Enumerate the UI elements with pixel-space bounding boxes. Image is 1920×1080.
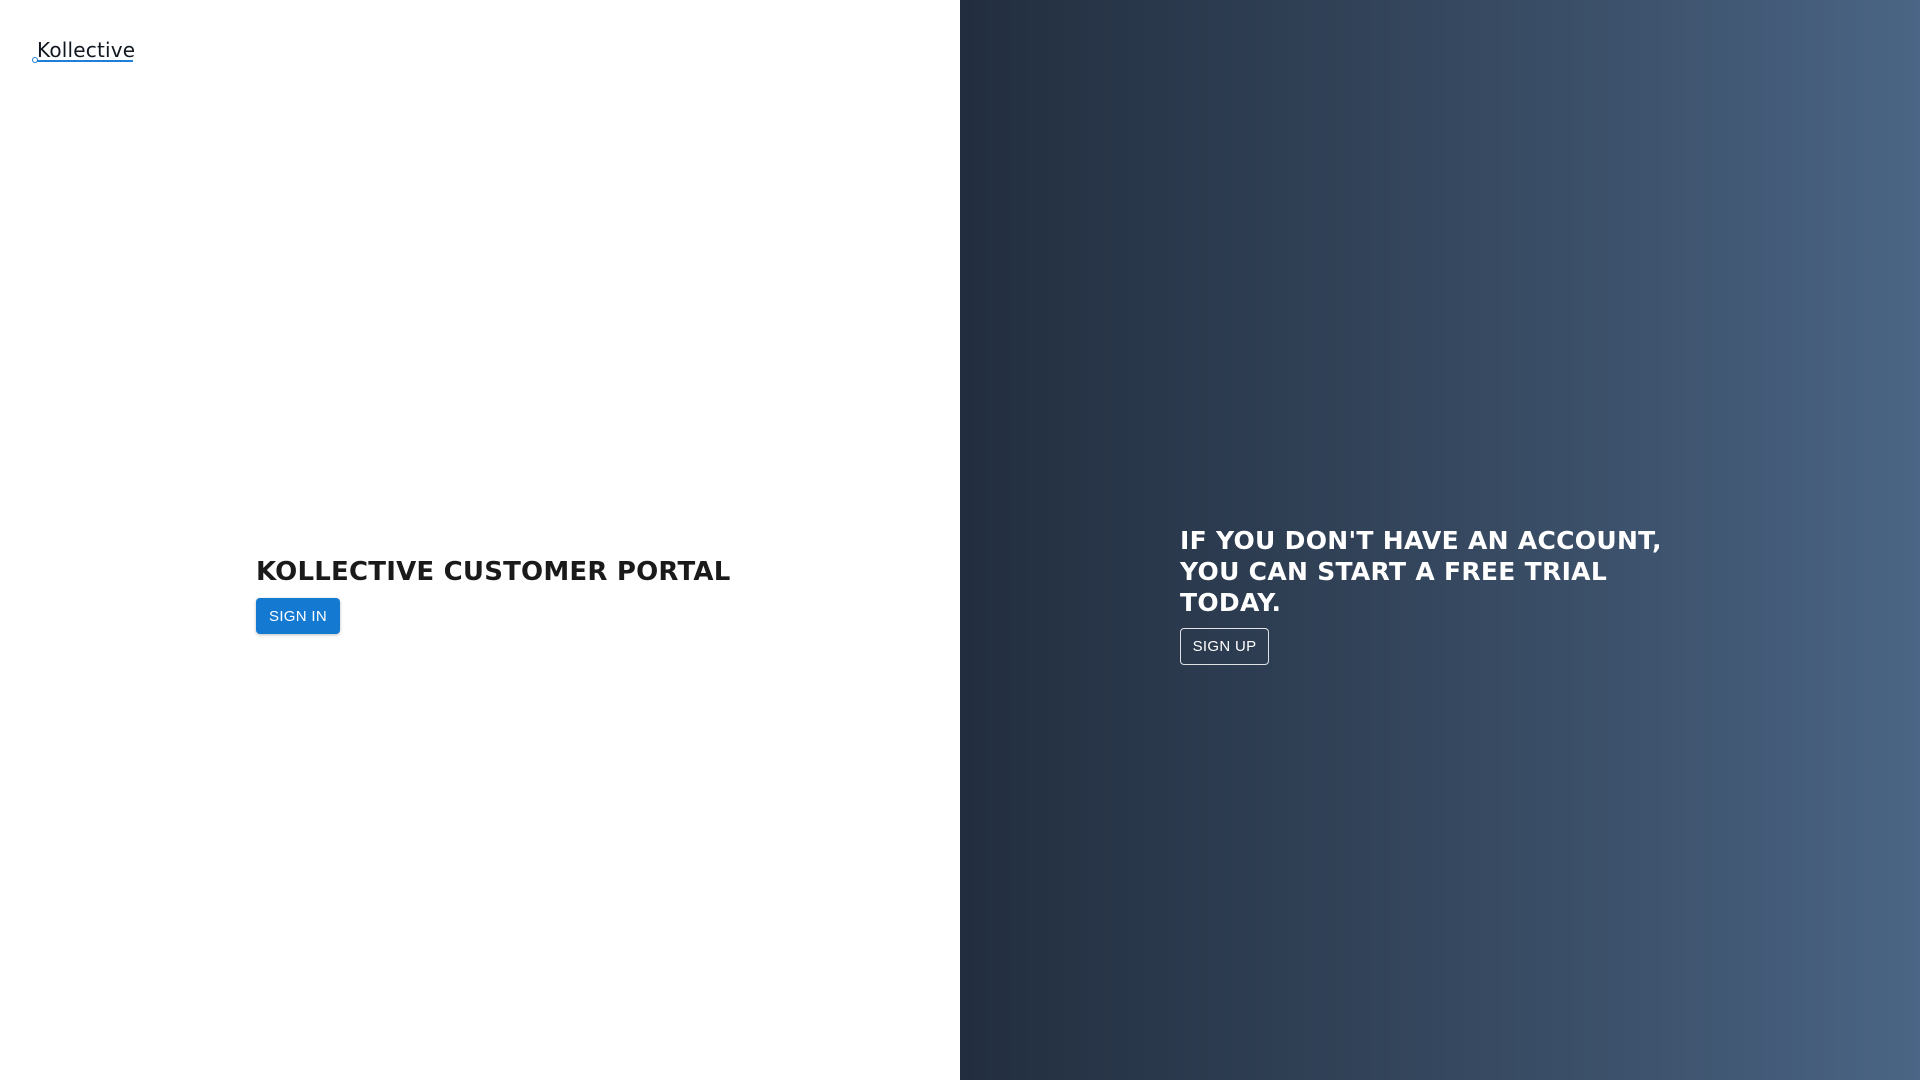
sign-in-button[interactable]: SIGN IN	[256, 598, 340, 634]
portal-intro: KOLLECTIVE CUSTOMER PORTAL SIGN IN	[256, 556, 730, 634]
logo-dot-icon	[32, 57, 38, 63]
landing-page: Kollective KOLLECTIVE CUSTOMER PORTAL SI…	[0, 0, 1920, 1080]
page-title: KOLLECTIVE CUSTOMER PORTAL	[256, 557, 731, 587]
free-trial-message: IF YOU DON'T HAVE AN ACCOUNT, YOU CAN ST…	[1180, 526, 1662, 617]
kollective-logo[interactable]: Kollective	[32, 38, 142, 68]
signup-panel: IF YOU DON'T HAVE AN ACCOUNT, YOU CAN ST…	[960, 0, 1920, 1080]
logo-wordmark: Kollective	[37, 38, 136, 62]
logo-underline	[36, 60, 133, 62]
signin-panel: Kollective KOLLECTIVE CUSTOMER PORTAL SI…	[0, 0, 960, 1080]
free-trial-block: IF YOU DON'T HAVE AN ACCOUNT, YOU CAN ST…	[1180, 525, 1680, 665]
sign-up-button[interactable]: SIGN UP	[1180, 628, 1269, 665]
